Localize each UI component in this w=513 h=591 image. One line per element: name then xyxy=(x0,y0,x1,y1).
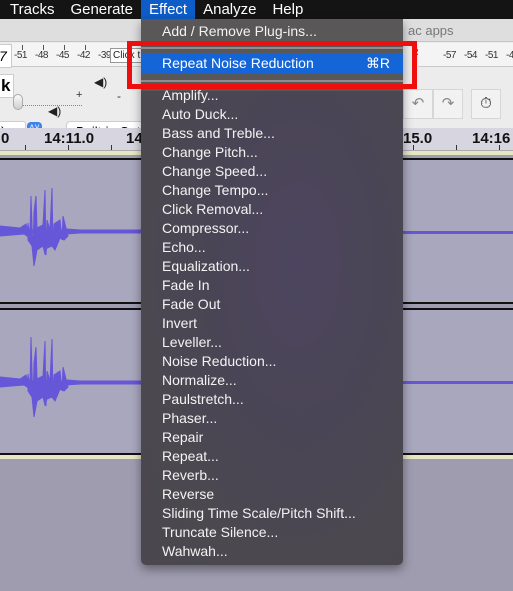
menu-item-leveller[interactable]: Leveller... xyxy=(162,333,222,352)
menu-item-repeat[interactable]: Repeat... xyxy=(162,447,219,466)
waveform-segment xyxy=(27,336,69,418)
ruler-tick xyxy=(68,145,69,150)
menu-item-wahwah[interactable]: Wahwah... xyxy=(162,542,228,561)
menu-analyze[interactable]: Analyze xyxy=(195,0,264,19)
menu-item-change-tempo[interactable]: Change Tempo... xyxy=(162,181,268,200)
annotation-highlight-box xyxy=(127,41,417,89)
ruler-label: 14:16 xyxy=(472,130,511,147)
meter-tick-label: -51 xyxy=(14,50,27,61)
menu-effect[interactable]: Effect xyxy=(141,0,196,19)
output-speaker-icon: ◀) xyxy=(48,104,62,118)
gain-plus-label: + xyxy=(76,89,83,101)
menu-item-bass-and-treble[interactable]: Bass and Treble... xyxy=(162,124,275,143)
meter-tick-label: -51 xyxy=(485,50,498,61)
window-title: ac apps xyxy=(408,23,454,38)
waveform-segment xyxy=(27,187,69,267)
ruler-label: 14:11.0 xyxy=(44,130,95,147)
menu-help[interactable]: Help xyxy=(264,0,311,19)
meter-tick xyxy=(64,45,65,50)
meter-tick-label: -42 xyxy=(77,50,90,61)
waveform-segment xyxy=(65,228,81,235)
menu-item-invert[interactable]: Invert xyxy=(162,314,197,333)
ruler-tick xyxy=(456,145,457,150)
undo-button[interactable]: ↶ xyxy=(403,89,433,119)
meter-tick-label: -57 xyxy=(443,50,456,61)
menu-bar: Tracks Generate Effect Analyze Help xyxy=(0,0,513,19)
ruler-tick xyxy=(499,145,500,150)
waveform-segment xyxy=(65,379,81,386)
gain-slider-knob[interactable] xyxy=(13,94,23,110)
tool-box[interactable]: 7 xyxy=(0,44,12,68)
menu-item-add-remove-plugins[interactable]: Add / Remove Plug-ins... xyxy=(162,22,317,41)
ruler-tick xyxy=(111,145,112,150)
menu-item-normalize[interactable]: Normalize... xyxy=(162,371,237,390)
meter-tick-label: -39 xyxy=(98,50,111,61)
meter-tick-label: -45 xyxy=(56,50,69,61)
menu-item-repair[interactable]: Repair xyxy=(162,428,203,447)
menu-item-paulstretch[interactable]: Paulstretch... xyxy=(162,390,244,409)
menu-item-sliding-time-scale-pitch-shift[interactable]: Sliding Time Scale/Pitch Shift... xyxy=(162,504,356,523)
waveform-left-tail xyxy=(403,231,513,234)
menu-item-compressor[interactable]: Compressor... xyxy=(162,219,249,238)
gain-minus-label: - xyxy=(117,89,121,103)
stopwatch-icon: ⏱ xyxy=(480,95,492,112)
meter-tick xyxy=(22,45,23,50)
ruler-tick xyxy=(413,145,414,150)
menu-tracks[interactable]: Tracks xyxy=(0,0,62,19)
waveform-left xyxy=(0,187,141,267)
menu-item-equalization[interactable]: Equalization... xyxy=(162,257,250,276)
menu-item-echo[interactable]: Echo... xyxy=(162,238,206,257)
menu-generate[interactable]: Generate xyxy=(62,0,141,19)
timer-button[interactable]: ⏱ xyxy=(471,89,501,119)
menu-item-noise-reduction[interactable]: Noise Reduction... xyxy=(162,352,276,371)
waveform-right xyxy=(0,336,141,418)
menu-item-auto-duck[interactable]: Auto Duck... xyxy=(162,105,238,124)
meter-tick-label: -48 xyxy=(35,50,48,61)
ruler-label: :15.0 xyxy=(398,130,433,147)
redo-icon: ↷ xyxy=(441,95,455,112)
playback-meter[interactable]: R -57 -54 -51 -48 xyxy=(412,43,513,67)
menu-item-fade-out[interactable]: Fade Out xyxy=(162,295,220,314)
waveform-segment xyxy=(0,374,31,391)
meter-tick xyxy=(43,45,44,50)
waveform-right-tail xyxy=(403,381,513,384)
ruler-label: 0 xyxy=(1,130,10,147)
menu-item-fade-in[interactable]: Fade In xyxy=(162,276,209,295)
menu-item-reverse[interactable]: Reverse xyxy=(162,485,214,504)
tool-selector[interactable]: k xyxy=(0,74,14,98)
waveform-segment xyxy=(0,223,31,240)
menu-item-reverb[interactable]: Reverb... xyxy=(162,466,219,485)
meter-tick-label: -48 xyxy=(506,50,513,61)
meter-tick xyxy=(85,45,86,50)
undo-icon: ↶ xyxy=(411,95,425,112)
speaker-icon: ◀) xyxy=(94,75,108,89)
menu-item-click-removal[interactable]: Click Removal... xyxy=(162,200,263,219)
effect-menu: Add / Remove Plug-ins... Repeat Noise Re… xyxy=(141,19,403,565)
menu-item-truncate-silence[interactable]: Truncate Silence... xyxy=(162,523,278,542)
menu-item-change-speed[interactable]: Change Speed... xyxy=(162,162,267,181)
meter-tick-label: -54 xyxy=(464,50,477,61)
menu-item-change-pitch[interactable]: Change Pitch... xyxy=(162,143,258,162)
redo-button[interactable]: ↷ xyxy=(433,89,463,119)
ruler-tick xyxy=(25,145,26,150)
menu-item-phaser[interactable]: Phaser... xyxy=(162,409,217,428)
